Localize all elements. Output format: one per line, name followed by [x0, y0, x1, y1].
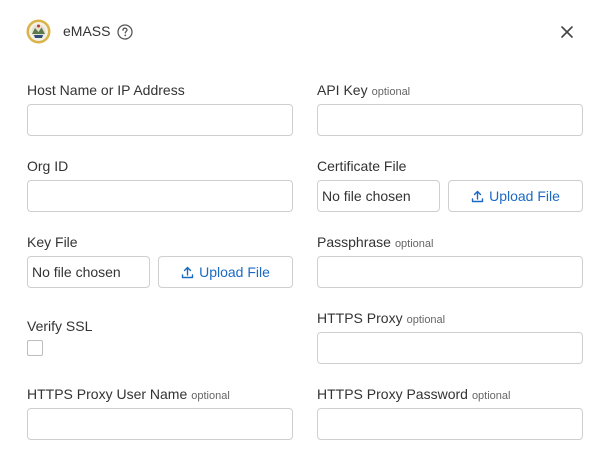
- question-circle-icon[interactable]: [117, 24, 133, 40]
- key-file-status: No file chosen: [27, 256, 150, 288]
- certificate-file-status: No file chosen: [317, 180, 440, 212]
- certificate-upload-label: Upload File: [489, 188, 560, 204]
- upload-icon: [181, 266, 194, 278]
- org-id-input[interactable]: [27, 180, 293, 212]
- https-proxy-label: HTTPS Proxy optional: [317, 310, 445, 326]
- optional-tag: optional: [406, 314, 446, 326]
- https-proxy-input[interactable]: [317, 332, 583, 364]
- host-label: Host Name or IP Address: [27, 82, 185, 98]
- https-proxy-label-text: HTTPS Proxy: [317, 310, 403, 326]
- key-file-upload-label: Upload File: [199, 264, 270, 280]
- verify-ssl-label: Verify SSL: [27, 318, 92, 334]
- app-title: eMASS: [63, 23, 111, 39]
- org-id-label: Org ID: [27, 158, 68, 174]
- https-proxy-password-input[interactable]: [317, 408, 583, 440]
- close-icon[interactable]: [560, 25, 574, 39]
- upload-icon: [471, 190, 484, 202]
- https-proxy-user-label: HTTPS Proxy User Name optional: [27, 386, 230, 402]
- api-key-input[interactable]: [317, 104, 583, 136]
- api-key-label-text: API Key: [317, 82, 368, 98]
- key-file-label-text: Key File: [27, 234, 78, 250]
- certificate-upload-button[interactable]: Upload File: [448, 180, 583, 212]
- dialog-header: eMASS: [0, 0, 602, 64]
- https-proxy-user-label-text: HTTPS Proxy User Name: [27, 386, 188, 402]
- certificate-file-label-text: Certificate File: [317, 158, 407, 174]
- optional-tag: optional: [394, 238, 434, 250]
- https-proxy-password-label: HTTPS Proxy Password optional: [317, 386, 510, 402]
- host-label-text: Host Name or IP Address: [27, 82, 185, 98]
- key-file-label: Key File: [27, 234, 78, 250]
- emass-seal-icon: [26, 19, 51, 44]
- verify-ssl-label-text: Verify SSL: [27, 318, 93, 334]
- org-id-label-text: Org ID: [27, 158, 69, 174]
- optional-tag: optional: [371, 86, 411, 98]
- verify-ssl-checkbox[interactable]: [27, 340, 43, 356]
- optional-tag: optional: [471, 390, 511, 402]
- https-proxy-user-input[interactable]: [27, 408, 293, 440]
- https-proxy-password-label-text: HTTPS Proxy Password: [317, 386, 468, 402]
- passphrase-label: Passphrase optional: [317, 234, 433, 250]
- key-file-upload-button[interactable]: Upload File: [158, 256, 293, 288]
- certificate-file-label: Certificate File: [317, 158, 406, 174]
- optional-tag: optional: [191, 390, 230, 402]
- api-key-label: API Key optional: [317, 82, 410, 98]
- passphrase-input[interactable]: [317, 256, 583, 288]
- passphrase-label-text: Passphrase: [317, 234, 391, 250]
- host-input[interactable]: [27, 104, 293, 136]
